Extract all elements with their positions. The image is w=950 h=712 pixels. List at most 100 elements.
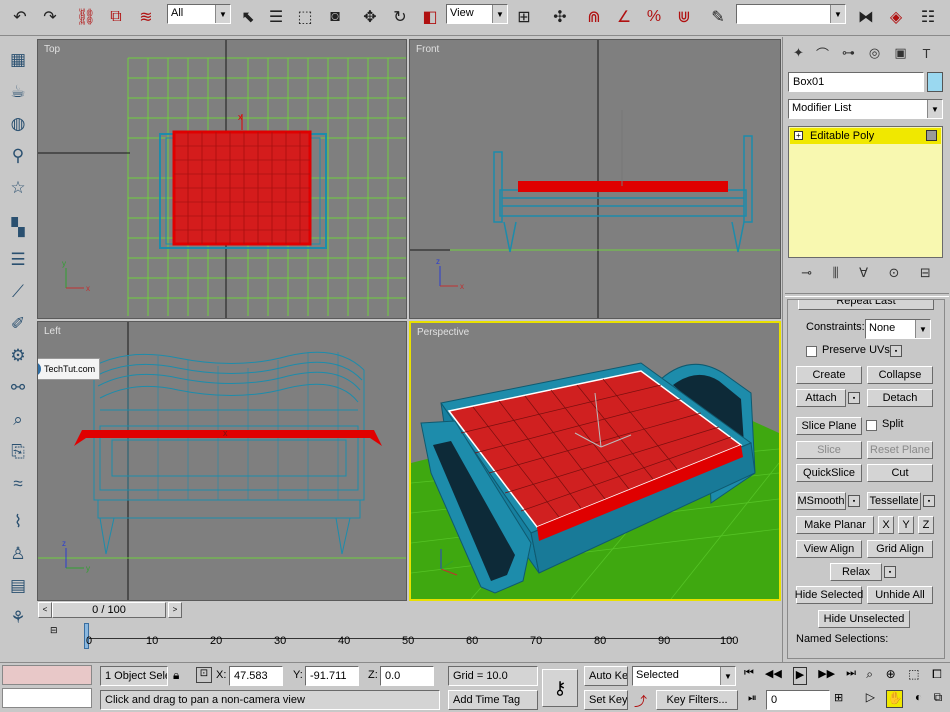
- edit-named-selection-icon[interactable]: ✎: [706, 5, 730, 29]
- planar-x-button[interactable]: X: [878, 516, 894, 534]
- cut-button[interactable]: Cut: [867, 464, 933, 482]
- sphere-icon[interactable]: ◍: [5, 111, 31, 137]
- select-by-name-icon[interactable]: ☰: [264, 5, 288, 29]
- viewport-top[interactable]: x y x Top: [37, 39, 407, 319]
- objects-icon[interactable]: ▦: [5, 47, 31, 73]
- lights-icon[interactable]: ⚲: [5, 143, 31, 169]
- key-filters-button[interactable]: Key Filters...: [656, 690, 738, 710]
- show-end-result-icon[interactable]: ⫼: [833, 265, 839, 283]
- manipulate-icon[interactable]: ✣: [548, 5, 572, 29]
- viewport-label[interactable]: Left: [44, 326, 61, 337]
- zoom-all-icon[interactable]: ⊕: [886, 667, 896, 685]
- arc-rotate-icon[interactable]: ◐: [915, 690, 922, 708]
- expand-plus-icon[interactable]: +: [794, 131, 803, 140]
- grid-align-button[interactable]: Grid Align: [867, 540, 933, 558]
- current-frame-field[interactable]: 0: [766, 690, 830, 710]
- key-tangent-icon[interactable]: ⤴: [634, 691, 647, 710]
- modifier-list-dropdown[interactable]: Modifier List ▼: [788, 99, 943, 119]
- reset-plane-button[interactable]: Reset Plane: [867, 441, 933, 459]
- zoom-extents-icon[interactable]: ⬚: [908, 667, 919, 685]
- object-name-field[interactable]: Box01: [788, 72, 924, 92]
- remove-modifier-icon[interactable]: ⊙: [888, 265, 899, 283]
- chain-icon[interactable]: ⚯: [5, 375, 31, 401]
- paint-icon[interactable]: ✐: [5, 311, 31, 337]
- modify-tab-icon[interactable]: ⌒: [811, 42, 834, 64]
- rect-selection-icon[interactable]: ⬚: [293, 5, 317, 29]
- prev-frame-icon[interactable]: <: [38, 602, 52, 618]
- spring-icon[interactable]: ⌇: [5, 509, 31, 535]
- window-crossing-icon[interactable]: ◙: [323, 5, 347, 29]
- unhide-all-button[interactable]: Unhide All: [867, 586, 933, 604]
- tessellate-settings-icon[interactable]: ▪: [923, 495, 935, 507]
- time-slider-thumb[interactable]: 0 / 100: [52, 602, 166, 618]
- render-icon[interactable]: ⚘: [5, 605, 31, 631]
- slice-button[interactable]: Slice: [796, 441, 862, 459]
- unlink-icon[interactable]: ⧉: [104, 5, 128, 29]
- time-config-icon[interactable]: ⊞: [834, 691, 843, 704]
- percent-snap-icon[interactable]: %: [642, 5, 666, 29]
- go-to-start-icon[interactable]: ⏮: [744, 667, 754, 685]
- viewport-left[interactable]: x z y Left T TechTut.com: [37, 321, 407, 601]
- key-mode-dropdown[interactable]: Selected ▼: [632, 666, 736, 686]
- motion-tab-icon[interactable]: ◎: [863, 42, 886, 64]
- named-selection-dropdown[interactable]: ▼: [736, 4, 846, 24]
- object-color-swatch[interactable]: [927, 72, 943, 92]
- maxscript-listener-white[interactable]: [2, 688, 92, 708]
- quickslice-button[interactable]: QuickSlice: [796, 464, 862, 482]
- repeat-last-button[interactable]: Repeat Last: [798, 300, 934, 310]
- move-icon[interactable]: ✥: [358, 5, 382, 29]
- field-of-view-icon[interactable]: ▷: [866, 690, 875, 708]
- undo-icon[interactable]: ↶: [8, 5, 32, 29]
- viewport-label[interactable]: Perspective: [417, 327, 469, 338]
- stack-icon[interactable]: ☰: [5, 247, 31, 273]
- hierarchy-tab-icon[interactable]: ⊶: [837, 42, 860, 64]
- next-frame-icon[interactable]: >: [168, 602, 182, 618]
- snap-3-icon[interactable]: ⋒: [582, 5, 606, 29]
- create-button[interactable]: Create: [796, 366, 862, 384]
- make-unique-icon[interactable]: ∀: [859, 265, 868, 283]
- star-shape-icon[interactable]: ☆: [5, 175, 31, 201]
- absolute-mode-icon[interactable]: ⊡: [196, 667, 212, 683]
- select-object-icon[interactable]: ⬉: [236, 5, 260, 29]
- key-mode-toggle-icon[interactable]: ⏯: [748, 692, 757, 705]
- detach-button[interactable]: Detach: [867, 389, 933, 407]
- set-key-icon[interactable]: ⚷: [542, 669, 578, 707]
- planar-z-button[interactable]: Z: [918, 516, 934, 534]
- x-coordinate-field[interactable]: 47.583: [229, 666, 283, 686]
- scale-icon[interactable]: ◧: [418, 5, 442, 29]
- teapot-icon[interactable]: ☕: [5, 79, 31, 105]
- play-icon[interactable]: ▶: [792, 667, 808, 685]
- waves-icon[interactable]: ≈: [5, 471, 31, 497]
- zoom-extents-all-icon[interactable]: ⧠: [932, 667, 942, 685]
- pivot-center-icon[interactable]: ⊞: [512, 5, 536, 29]
- create-tab-icon[interactable]: ✦: [787, 42, 810, 64]
- spinner-snap-icon[interactable]: ⋓: [672, 5, 696, 29]
- selection-filter-dropdown[interactable]: All ▼: [167, 4, 231, 24]
- modifier-stack-item[interactable]: + Editable Poly: [790, 128, 941, 144]
- pin-stack-icon[interactable]: ⊸: [801, 265, 812, 283]
- msmooth-settings-icon[interactable]: ▪: [848, 495, 860, 507]
- auto-key-button[interactable]: Auto Key: [584, 666, 628, 686]
- biped-icon[interactable]: ♙: [5, 541, 31, 567]
- viewport-label[interactable]: Front: [416, 44, 439, 55]
- viewport-perspective[interactable]: Perspective: [409, 321, 781, 601]
- camera-icon[interactable]: ⌕: [5, 407, 31, 433]
- redo-icon[interactable]: ↷: [38, 5, 62, 29]
- attach-button[interactable]: Attach: [796, 389, 846, 407]
- layer-manager-icon[interactable]: ☷: [916, 5, 940, 29]
- add-time-tag-button[interactable]: Add Time Tag: [448, 690, 538, 710]
- planar-y-button[interactable]: Y: [898, 516, 914, 534]
- split-checkbox[interactable]: [866, 420, 877, 431]
- z-coordinate-field[interactable]: 0.0: [380, 666, 434, 686]
- msmooth-button[interactable]: MSmooth: [796, 492, 846, 510]
- track-bar[interactable]: ⊟ 0 10 20 30 40 50 60 70 80 90 100: [36, 621, 782, 661]
- maximize-viewport-icon[interactable]: ⧉: [934, 690, 943, 708]
- utilities-tab-icon[interactable]: T: [915, 42, 938, 64]
- gear-icon[interactable]: ⚙: [5, 343, 31, 369]
- curve-editor-icon[interactable]: ⊟: [50, 625, 62, 637]
- display-tab-icon[interactable]: ▣: [889, 42, 912, 64]
- hide-selected-button[interactable]: Hide Selected: [795, 586, 863, 604]
- viewport-label[interactable]: Top: [44, 44, 60, 55]
- previous-frame-icon[interactable]: ◀◀: [765, 667, 782, 685]
- reference-coord-dropdown[interactable]: View ▼: [446, 4, 508, 24]
